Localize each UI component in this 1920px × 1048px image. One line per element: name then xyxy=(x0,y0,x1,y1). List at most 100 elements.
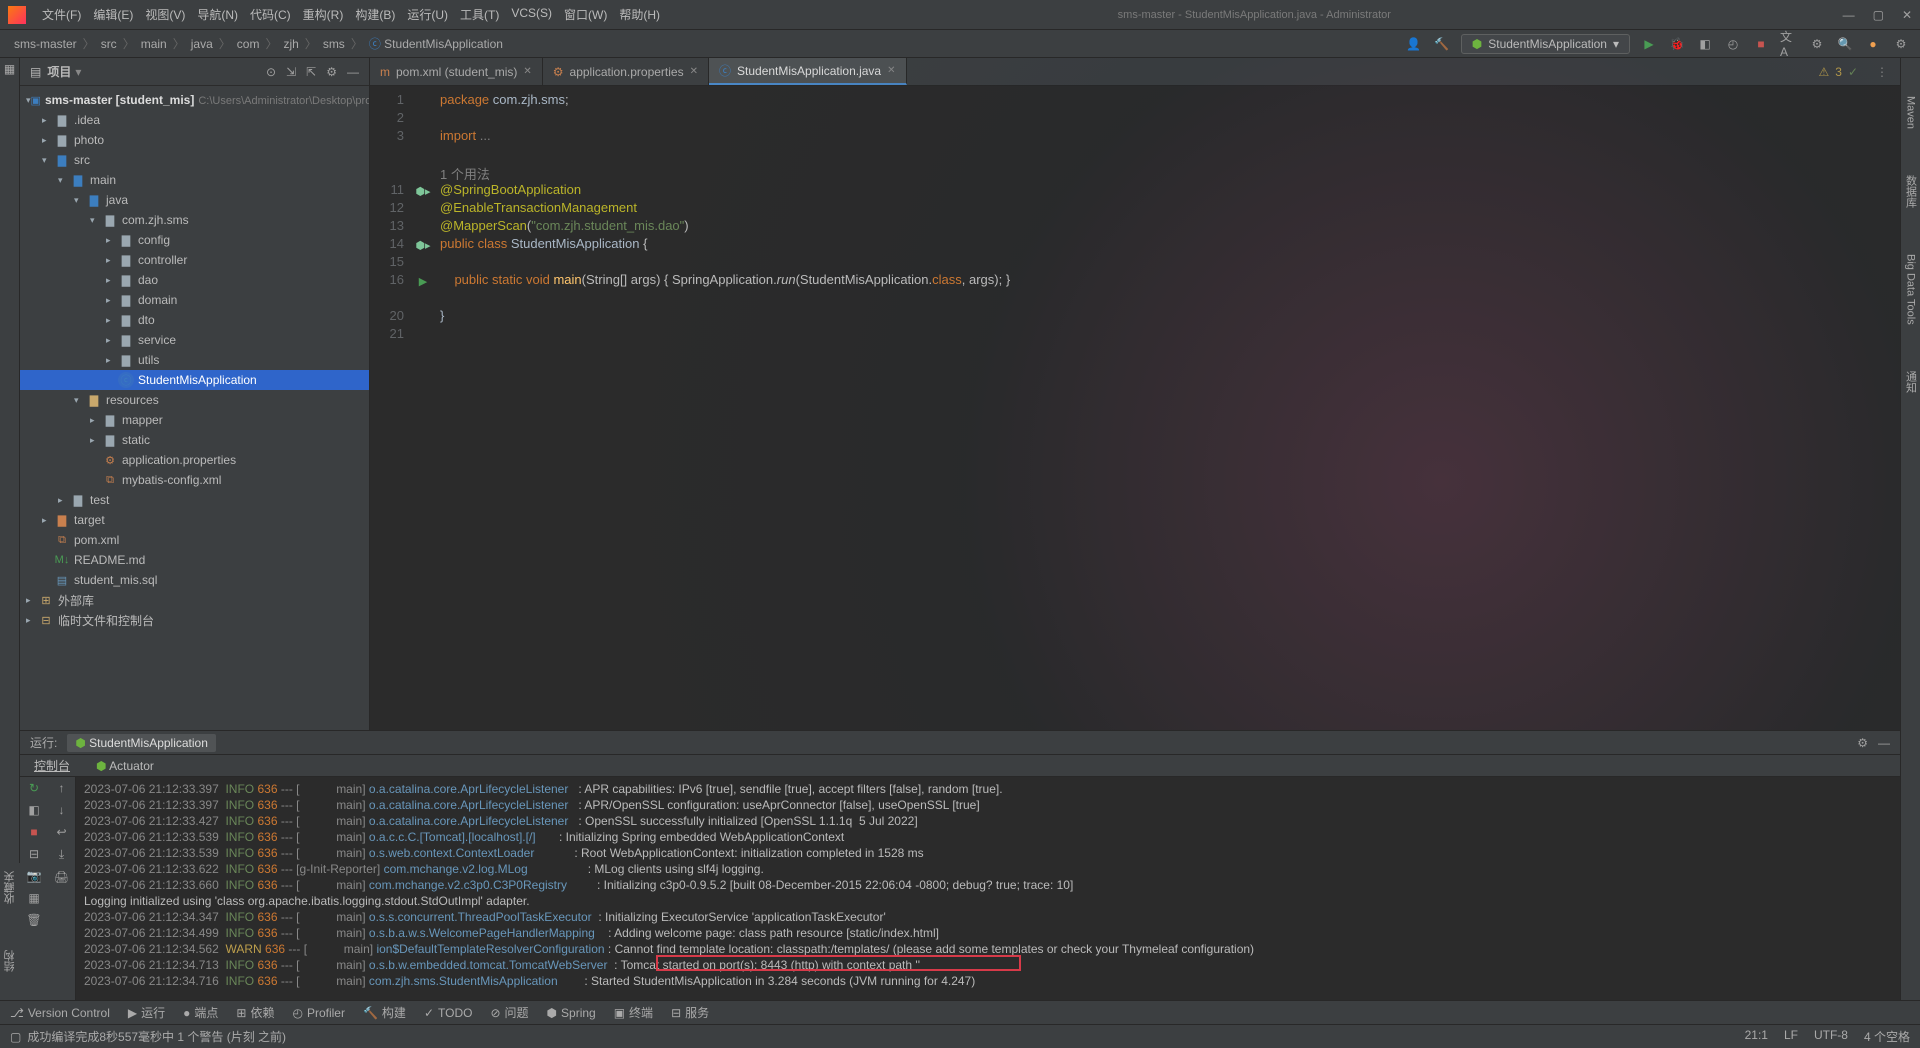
menu-item[interactable]: 窗口(W) xyxy=(558,6,613,23)
coverage-icon[interactable]: ◧ xyxy=(1696,35,1714,53)
side-tab[interactable]: 结构 xyxy=(0,942,20,980)
close-tab-icon[interactable]: ✕ xyxy=(690,66,698,77)
menu-item[interactable]: 视图(V) xyxy=(139,6,191,23)
tree-item[interactable]: ⚙application.properties xyxy=(20,450,369,470)
run-config-selector[interactable]: ⬢ StudentMisApplication ▾ xyxy=(1461,34,1630,54)
settings-icon[interactable]: ⚙ xyxy=(1892,35,1910,53)
menu-item[interactable]: 文件(F) xyxy=(36,6,87,23)
tree-item[interactable]: ▸▇target xyxy=(20,510,369,530)
stop-icon[interactable]: ■ xyxy=(1752,35,1770,53)
tree-item[interactable]: ▸▇photo xyxy=(20,130,369,150)
run-subtab[interactable]: 控制台 xyxy=(30,755,74,776)
run-gutter-icon[interactable]: ▶ xyxy=(419,275,427,288)
breadcrumb-item[interactable]: sms xyxy=(319,37,349,51)
tree-item[interactable]: ▾▇resources xyxy=(20,390,369,410)
breadcrumb-item[interactable]: com xyxy=(233,37,264,51)
camera-icon[interactable]: 📷 xyxy=(27,869,42,883)
tree-item[interactable]: ▸▇dto xyxy=(20,310,369,330)
print-icon[interactable]: 🖨 xyxy=(54,870,69,884)
status-item[interactable]: 21:1 xyxy=(1745,1028,1768,1045)
side-tab[interactable]: 收藏夹 xyxy=(0,863,20,912)
breadcrumb-item[interactable]: ⓒ StudentMisApplication xyxy=(365,35,507,52)
tree-item[interactable]: ▸▇utils xyxy=(20,350,369,370)
search-icon[interactable]: 🔍 xyxy=(1836,35,1854,53)
bottom-tool-item[interactable]: ⊘问题 xyxy=(490,1004,528,1021)
tree-item[interactable]: ▾▇com.zjh.sms xyxy=(20,210,369,230)
layout-icon[interactable]: ▦ xyxy=(28,891,39,905)
breadcrumb-item[interactable]: main xyxy=(137,37,171,51)
close-icon[interactable]: ✕ xyxy=(1902,8,1912,22)
tree-item[interactable]: ▸▇config xyxy=(20,230,369,250)
build-hammer-icon[interactable]: 🔨 xyxy=(1433,35,1451,53)
bottom-tool-item[interactable]: ▶运行 xyxy=(128,1004,165,1021)
run-icon[interactable]: ▶ xyxy=(1640,35,1658,53)
tree-root[interactable]: ▾ ▣ sms-master [student_mis] C:\Users\Ad… xyxy=(20,90,369,110)
inspection-status[interactable]: ⚠ 3 ✓ ⋮ xyxy=(1806,58,1900,85)
bottom-tool-item[interactable]: ✓TODO xyxy=(424,1006,473,1020)
select-opened-icon[interactable]: ⊙ xyxy=(266,65,276,79)
close-tab-icon[interactable]: ✕ xyxy=(887,65,895,76)
menu-item[interactable]: 重构(R) xyxy=(297,6,350,23)
tree-item[interactable]: ▾▇src xyxy=(20,150,369,170)
breadcrumb-item[interactable]: zjh xyxy=(279,37,302,51)
chevron-down-icon[interactable]: ▾ xyxy=(75,65,81,79)
tree-item[interactable]: ▤student_mis.sql xyxy=(20,570,369,590)
cpu-icon[interactable]: ⚙ xyxy=(1808,35,1826,53)
external-libraries[interactable]: ▸ ⊞ 外部库 xyxy=(20,590,369,610)
user-icon[interactable]: 👤 xyxy=(1405,35,1423,53)
menu-item[interactable]: 导航(N) xyxy=(191,6,244,23)
project-tool-icon[interactable]: ▦ xyxy=(4,62,15,76)
menu-item[interactable]: 运行(U) xyxy=(401,6,454,23)
debug-icon[interactable]: 🐞 xyxy=(1668,35,1686,53)
side-tab[interactable]: 数据库 xyxy=(1901,167,1920,216)
bottom-tool-item[interactable]: ●端点 xyxy=(183,1004,218,1021)
run-subtab[interactable]: ⬢ Actuator xyxy=(92,757,158,775)
actuator-icon[interactable]: ◧ xyxy=(28,803,39,817)
scratches[interactable]: ▸ ⊟ 临时文件和控制台 xyxy=(20,610,369,630)
breadcrumb-item[interactable]: src xyxy=(97,37,121,51)
run-gutter-icon[interactable]: ⬢▸ xyxy=(415,185,430,198)
menu-item[interactable]: VCS(S) xyxy=(505,6,558,23)
bottom-tool-item[interactable]: 🔨构建 xyxy=(363,1004,406,1021)
bottom-tool-item[interactable]: ▣终端 xyxy=(614,1004,653,1021)
side-tab[interactable]: Maven xyxy=(1903,88,1919,137)
bottom-tool-item[interactable]: ⊞依赖 xyxy=(236,1004,274,1021)
tree-item[interactable]: ▸▇mapper xyxy=(20,410,369,430)
tree-item[interactable]: ▸▇controller xyxy=(20,250,369,270)
breadcrumb-item[interactable]: java xyxy=(187,37,217,51)
code-content[interactable]: package com.zjh.sms;import ...1 个用法@Spri… xyxy=(434,86,1900,1000)
tree-item[interactable]: ▾▇java xyxy=(20,190,369,210)
maximize-icon[interactable]: ▢ xyxy=(1873,8,1884,22)
side-tab[interactable]: 通知 xyxy=(1901,363,1920,401)
trash-icon[interactable]: 🗑 xyxy=(26,913,41,927)
editor-tab[interactable]: mpom.xml (student_mis)✕ xyxy=(370,58,543,85)
endpoints-icon[interactable]: ⊟ xyxy=(29,847,39,861)
tree-item[interactable]: ⧉pom.xml xyxy=(20,530,369,550)
expand-all-icon[interactable]: ⇲ xyxy=(286,65,296,79)
avatar-icon[interactable]: ● xyxy=(1864,35,1882,53)
bottom-tool-item[interactable]: ⎇Version Control xyxy=(10,1006,110,1020)
status-item[interactable]: 4 个空格 xyxy=(1864,1028,1910,1045)
menu-item[interactable]: 工具(T) xyxy=(454,6,505,23)
up-icon[interactable]: ↑ xyxy=(59,781,65,795)
close-tab-icon[interactable]: ✕ xyxy=(523,66,531,77)
menu-item[interactable]: 帮助(H) xyxy=(613,6,666,23)
run-gutter-icon[interactable]: ⬢▸ xyxy=(415,239,430,252)
tree-item[interactable]: ▸▇static xyxy=(20,430,369,450)
down-icon[interactable]: ↓ xyxy=(59,803,65,817)
menu-item[interactable]: 构建(B) xyxy=(349,6,401,23)
menu-item[interactable]: 编辑(E) xyxy=(87,6,139,23)
run-config-tab[interactable]: ⬢ StudentMisApplication xyxy=(67,734,216,752)
bottom-tool-item[interactable]: ⬢Spring xyxy=(547,1006,596,1020)
tree-item[interactable]: ▸▇domain xyxy=(20,290,369,310)
stop-icon[interactable]: ■ xyxy=(30,825,37,839)
menu-item[interactable]: 代码(C) xyxy=(244,6,297,23)
tree-item[interactable]: ⧉mybatis-config.xml xyxy=(20,470,369,490)
bottom-tool-item[interactable]: ⊟服务 xyxy=(671,1004,709,1021)
hide-icon[interactable]: — xyxy=(347,65,359,79)
side-tab[interactable]: Big Data Tools xyxy=(1903,246,1919,333)
tree-item[interactable]: ▸▇dao xyxy=(20,270,369,290)
more-icon[interactable]: ⋮ xyxy=(1876,65,1888,79)
window-icon[interactable]: ▢ xyxy=(10,1030,21,1044)
status-item[interactable]: UTF-8 xyxy=(1814,1028,1848,1045)
